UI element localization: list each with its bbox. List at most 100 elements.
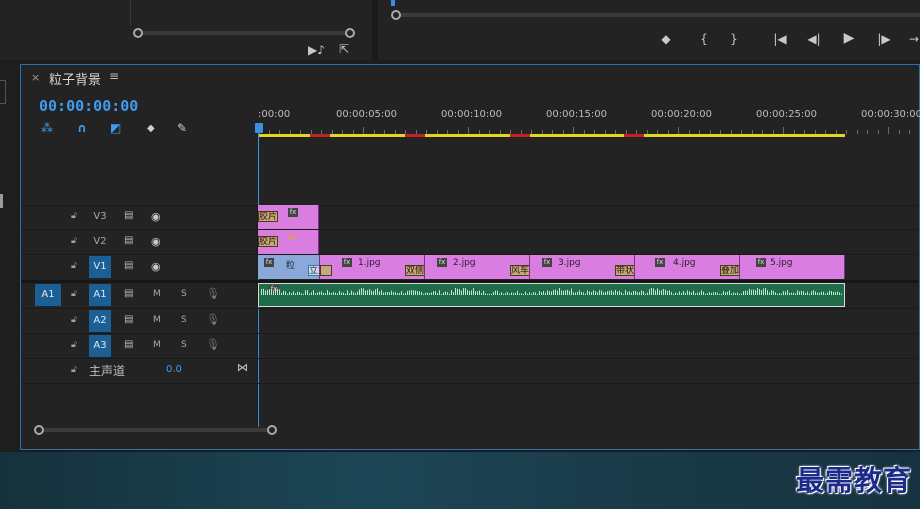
sync-lock-icon[interactable]: ▤ [124, 314, 133, 325]
clip-v1-4[interactable]: fx 4.jpg 叠加 [635, 255, 740, 279]
mute-button[interactable]: M [153, 315, 161, 325]
mute-button[interactable]: M [153, 340, 161, 350]
waveform-sample [335, 292, 336, 295]
close-tab-icon[interactable]: × [31, 71, 40, 84]
lock-icon[interactable]: 🔓︎ [71, 261, 77, 271]
waveform-sample [781, 293, 782, 295]
timeline-zoom-scrollbar[interactable] [33, 427, 273, 433]
transition-v1-1[interactable]: 双侧 [405, 265, 424, 276]
microphone-icon[interactable]: 🎙︎ [206, 338, 220, 351]
waveform-sample [397, 292, 398, 295]
nest-toggle-icon[interactable]: ⁂ [41, 121, 53, 135]
waveform-sample [771, 290, 772, 295]
transition-v1-2[interactable]: 风车 [510, 265, 529, 276]
zoom-left-handle[interactable] [34, 425, 44, 435]
track-header-v2: 🔓︎ V2 ▤ ◉ [21, 230, 258, 254]
transition-v1-4[interactable]: 叠加 [720, 265, 739, 276]
transition-v1-0[interactable]: 立方 [308, 265, 319, 276]
solo-button[interactable]: S [181, 289, 187, 299]
source-patch-a1[interactable]: A1 [35, 284, 61, 306]
eye-icon[interactable]: ◉ [151, 260, 161, 273]
waveform-sample [359, 289, 360, 295]
go-to-out-icon[interactable]: → [908, 32, 920, 46]
waveform-sample [689, 291, 690, 295]
waveform-sample [777, 293, 778, 295]
waveform-sample [597, 292, 598, 295]
waveform-sample [269, 289, 270, 295]
microphone-icon[interactable]: 🎙︎ [206, 313, 220, 326]
lock-icon[interactable]: 🔓︎ [71, 211, 77, 221]
track-name-v2[interactable]: V2 [89, 231, 111, 253]
master-volume-value[interactable]: 0.0 [166, 364, 182, 375]
track-name-a2[interactable]: A2 [89, 310, 111, 332]
go-to-in-icon[interactable]: |◀ [772, 32, 788, 46]
track-header-a3: 🔓︎ A3 ▤ M S 🎙︎ [21, 334, 258, 358]
solo-button[interactable]: S [181, 340, 187, 350]
time-ruler[interactable]: :00:00 00:00:05:00 00:00:10:00 00:00:15:… [258, 101, 920, 137]
track-name-v3[interactable]: V3 [89, 206, 111, 228]
clip-v3[interactable]: 胶片 fx [258, 205, 319, 229]
insert-audio-icon[interactable]: ▶♪ [308, 43, 325, 57]
solo-button[interactable]: S [181, 315, 187, 325]
waveform-sample [383, 292, 384, 295]
waveform-sample [489, 293, 490, 295]
clip-v1-3[interactable]: fx 3.jpg 带状 [530, 255, 635, 279]
add-marker-icon[interactable]: ◆ [658, 32, 674, 46]
sync-lock-icon[interactable]: ▤ [124, 235, 133, 246]
transition-v3[interactable]: 胶片 [258, 211, 278, 222]
clip-v1-5[interactable]: fx 5.jpg [740, 255, 845, 279]
waveform-sample [563, 290, 564, 295]
zoom-right-handle[interactable] [267, 425, 277, 435]
eye-icon[interactable]: ◉ [151, 210, 161, 223]
transition-v1-3[interactable]: 带状 [615, 265, 634, 276]
playhead-handle[interactable] [255, 123, 263, 133]
add-marker-icon[interactable]: ◆ [147, 123, 155, 134]
play-icon[interactable]: ▶ [841, 31, 857, 45]
track-name-v1[interactable]: V1 [89, 256, 111, 278]
lock-icon[interactable]: 🔓︎ [71, 289, 77, 299]
playhead-timecode[interactable]: 00:00:00:00 [39, 97, 138, 115]
sync-lock-icon[interactable]: ▤ [124, 260, 133, 271]
source-scroll-left-handle[interactable] [133, 28, 143, 38]
program-scrub-handle[interactable] [391, 10, 401, 20]
transition-v2[interactable]: 胶片 [258, 236, 278, 247]
mute-button[interactable]: M [153, 289, 161, 299]
waveform-sample [521, 293, 522, 295]
sync-lock-icon[interactable]: ▤ [124, 288, 133, 299]
waveform-sample [645, 293, 646, 295]
clip-v1-1[interactable]: fx 1.jpg 双侧 [320, 255, 425, 279]
lock-icon[interactable]: 🔓︎ [71, 236, 77, 246]
linked-selection-icon[interactable]: ◩ [110, 121, 121, 135]
export-frame-icon[interactable]: ⇱ [336, 42, 352, 56]
mark-in-icon[interactable]: { [696, 32, 712, 46]
clip-v1-particle[interactable]: fx 粒 立方 [258, 255, 320, 279]
microphone-icon[interactable]: 🎙︎ [206, 287, 220, 300]
track-name-a1[interactable]: A1 [89, 284, 111, 306]
clip-v2[interactable]: 胶片 fx [258, 230, 319, 254]
eye-icon[interactable]: ◉ [151, 235, 161, 248]
clip-v1-2[interactable]: fx 2.jpg 风车 [425, 255, 530, 279]
sync-lock-icon[interactable]: ▤ [124, 210, 133, 221]
step-forward-icon[interactable]: |▶ [876, 32, 892, 46]
step-back-icon[interactable]: ◀| [806, 32, 822, 46]
audio-clip-a1[interactable]: fx [258, 283, 845, 307]
waveform-sample [617, 291, 618, 295]
sync-lock-icon[interactable]: ▤ [124, 339, 133, 350]
waveform-sample [429, 293, 430, 295]
source-scroll-right-handle[interactable] [345, 28, 355, 38]
lock-icon[interactable]: 🔓︎ [71, 315, 77, 325]
track-name-a3[interactable]: A3 [89, 335, 111, 357]
mark-out-icon[interactable]: } [726, 32, 742, 46]
program-scrub-bar[interactable] [396, 13, 920, 17]
wrench-icon[interactable]: ✎ [177, 121, 187, 135]
lock-icon[interactable]: 🔓︎ [71, 340, 77, 350]
waveform-sample [421, 291, 422, 295]
lock-icon[interactable]: 🔓︎ [71, 365, 77, 375]
source-scrollbar[interactable] [136, 31, 351, 35]
go-to-end-icon[interactable]: ⋈ [237, 361, 248, 374]
program-playhead[interactable] [391, 0, 395, 6]
panel-menu-icon[interactable]: ≡ [109, 69, 119, 83]
snap-magnet-icon[interactable]: ∩ [77, 121, 87, 135]
sequence-tab[interactable]: 粒子背景 [49, 69, 101, 88]
waveform-sample [341, 292, 342, 295]
